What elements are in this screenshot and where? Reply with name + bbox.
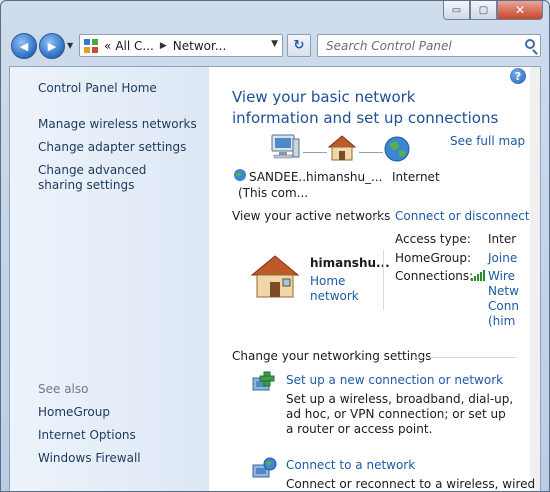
see-also-label: See also bbox=[38, 382, 89, 396]
search-icon[interactable] bbox=[525, 39, 535, 49]
search-input[interactable]: Search Control Panel bbox=[326, 39, 452, 53]
main-pane: ? View your basic network information an… bbox=[209, 67, 540, 491]
navigation-bar: ◀ ▶ ▼ « All C... ▶ Networ... ▼ ↻ Search … bbox=[9, 31, 541, 61]
address-dropdown-icon[interactable]: ▼ bbox=[271, 39, 278, 49]
active-network-name: himanshu... bbox=[310, 256, 390, 270]
computer-sub-label: (This com... bbox=[238, 186, 309, 200]
computer-name-label[interactable]: SANDEE... bbox=[249, 170, 310, 184]
control-panel-icon bbox=[84, 38, 98, 53]
vertical-scrollbar[interactable] bbox=[530, 67, 540, 491]
forward-button[interactable]: ▶ bbox=[39, 33, 65, 59]
change-advanced-sharing-link[interactable]: Change advanced sharing settings bbox=[38, 163, 188, 193]
map-connector bbox=[359, 152, 383, 153]
homegroup-value-link[interactable]: Joine bbox=[488, 251, 517, 266]
map-connector bbox=[303, 152, 327, 153]
manage-wireless-networks-link[interactable]: Manage wireless networks bbox=[38, 117, 203, 132]
active-networks-label: View your active networks bbox=[232, 209, 391, 223]
windows-firewall-link[interactable]: Windows Firewall bbox=[38, 451, 203, 466]
maximize-button[interactable]: ▢ bbox=[470, 1, 497, 20]
setup-connection-desc: Set up a wireless, broadband, dial-up, a… bbox=[286, 392, 514, 436]
breadcrumb-overflow[interactable]: « bbox=[104, 39, 111, 53]
new-connection-icon[interactable] bbox=[251, 370, 277, 394]
minimize-icon: ▭ bbox=[451, 4, 462, 16]
connect-network-icon[interactable] bbox=[251, 457, 277, 481]
forward-arrow-icon: ▶ bbox=[47, 39, 57, 53]
connections-label: Connections: bbox=[395, 269, 474, 283]
task-pane: Control Panel Home Manage wireless netwo… bbox=[10, 67, 209, 491]
breadcrumb-item[interactable]: All C... bbox=[115, 39, 154, 53]
caption-buttons: ▭ ▢ ✕ bbox=[443, 1, 543, 21]
connections-value-link[interactable]: Wire Netw Conn (him bbox=[488, 269, 519, 329]
divider bbox=[412, 357, 517, 358]
page-title: View your basic network information and … bbox=[232, 88, 499, 127]
control-panel-home-link[interactable]: Control Panel Home bbox=[38, 81, 203, 96]
setup-connection-link[interactable]: Set up a new connection or network bbox=[286, 373, 503, 388]
back-button[interactable]: ◀ bbox=[11, 33, 37, 59]
help-icon: ? bbox=[514, 69, 522, 83]
connect-network-link[interactable]: Connect to a network bbox=[286, 458, 415, 473]
recent-pages-dropdown[interactable]: ▼ bbox=[67, 41, 73, 50]
connect-disconnect-link[interactable]: Connect or disconnect bbox=[395, 209, 530, 224]
close-button[interactable]: ✕ bbox=[497, 1, 543, 20]
computer-icon[interactable] bbox=[269, 133, 301, 163]
maximize-icon: ▢ bbox=[478, 4, 489, 16]
content-area: Control Panel Home Manage wireless netwo… bbox=[9, 66, 541, 491]
divider bbox=[373, 217, 389, 218]
breadcrumb-item[interactable]: Networ... bbox=[173, 39, 227, 53]
minimize-button[interactable]: ▭ bbox=[443, 1, 470, 20]
homegroup-link[interactable]: HomeGroup bbox=[38, 405, 203, 420]
address-bar[interactable]: « All C... ▶ Networ... ▼ bbox=[79, 34, 283, 57]
home-network-icon[interactable] bbox=[327, 134, 357, 162]
internet-label[interactable]: Internet bbox=[392, 170, 440, 184]
wireless-signal-icon bbox=[471, 270, 485, 281]
home-network-icon bbox=[250, 255, 300, 298]
change-settings-label: Change your networking settings bbox=[232, 349, 432, 363]
refresh-button[interactable]: ↻ bbox=[287, 34, 311, 57]
back-arrow-icon: ◀ bbox=[19, 39, 29, 53]
access-type-label: Access type: bbox=[395, 232, 471, 246]
search-box[interactable]: Search Control Panel bbox=[317, 34, 541, 57]
refresh-icon: ↻ bbox=[293, 38, 305, 53]
divider bbox=[383, 250, 384, 310]
network-name-label[interactable]: himanshu_... bbox=[306, 170, 383, 184]
close-icon: ✕ bbox=[514, 3, 526, 17]
see-full-map-link[interactable]: See full map bbox=[450, 134, 525, 148]
access-type-value: Inter bbox=[488, 232, 517, 246]
change-adapter-settings-link[interactable]: Change adapter settings bbox=[38, 140, 203, 155]
breadcrumb-separator-icon[interactable]: ▶ bbox=[160, 41, 167, 51]
network-status-icon bbox=[234, 169, 246, 181]
homegroup-label: HomeGroup: bbox=[395, 251, 472, 265]
internet-options-link[interactable]: Internet Options bbox=[38, 428, 203, 443]
connect-network-desc: Connect or reconnect to a wireless, wire… bbox=[286, 477, 536, 491]
network-type-link[interactable]: Home network bbox=[310, 274, 370, 304]
window: ▭ ▢ ✕ ◀ ▶ ▼ « All C... ▶ Networ... ▼ ↻ S… bbox=[0, 0, 550, 492]
help-button[interactable]: ? bbox=[510, 68, 526, 84]
internet-globe-icon[interactable] bbox=[383, 135, 411, 163]
